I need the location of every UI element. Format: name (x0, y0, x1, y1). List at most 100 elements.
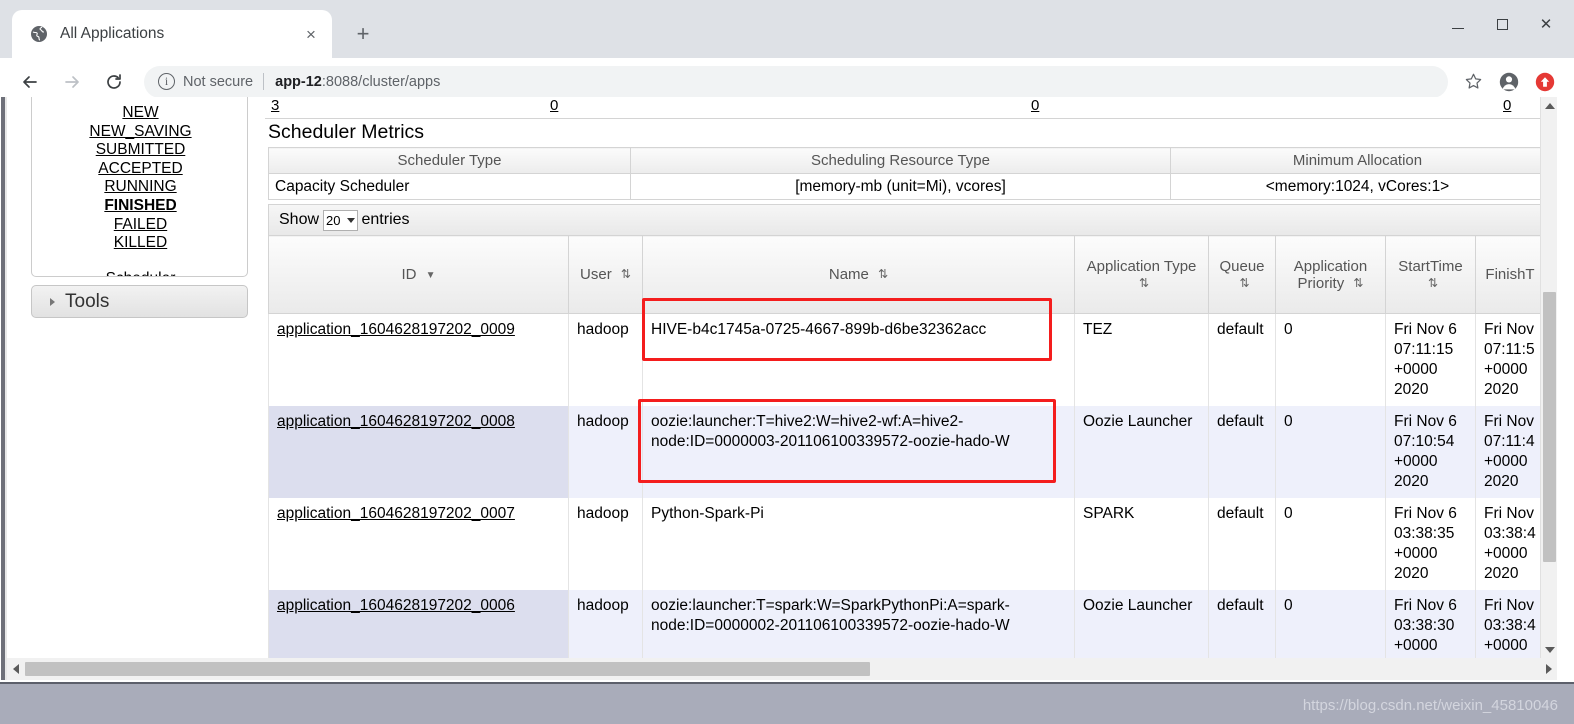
cell-application-type: TEZ (1074, 313, 1209, 406)
cell-start-time: Fri Nov 6 07:11:15 +0000 2020 (1385, 313, 1476, 406)
cell-finish-time: Fri Nov 07:11:4 +0000 2020 (1475, 406, 1545, 498)
sidebar-links: NEW NEW_SAVING SUBMITTED ACCEPTED RUNNIN… (32, 97, 247, 276)
update-icon[interactable] (1528, 65, 1562, 99)
scroll-left-icon[interactable] (7, 658, 24, 680)
application-id-link[interactable]: application_1604628197202_0009 (277, 321, 515, 338)
th-application-priority[interactable]: Application Priority ⇅ (1275, 235, 1386, 314)
cell-start-time: Fri Nov 6 07:10:54 +0000 2020 (1385, 406, 1476, 498)
scheduler-metrics-title: Scheduler Metrics (268, 121, 425, 143)
th-application-type[interactable]: Application Type ⇅ (1074, 235, 1209, 314)
th-queue-label: Queue (1219, 257, 1265, 275)
applications-datatable: Show 20 entries ID ▼ User ⇅ Name ⇅ Appli… (268, 204, 1545, 658)
cell-application-priority: 0 (1275, 498, 1386, 590)
sidebar: NEW NEW_SAVING SUBMITTED ACCEPTED RUNNIN… (23, 97, 257, 658)
application-id-link[interactable]: application_1604628197202_0006 (277, 597, 515, 614)
cell-application-type: Oozie Launcher (1074, 590, 1209, 658)
page-size-select[interactable]: 20 (323, 209, 358, 231)
cell-application-type: Oozie Launcher (1074, 406, 1209, 498)
scroll-down-icon[interactable] (1541, 641, 1558, 658)
sidebar-item-new-saving[interactable]: NEW_SAVING (32, 123, 247, 142)
horizontal-scrollbar-thumb[interactable] (25, 662, 870, 676)
application-id-link[interactable]: application_1604628197202_0007 (277, 505, 515, 522)
cell-id: application_1604628197202_0008 (268, 406, 569, 498)
th-id[interactable]: ID ▼ (268, 235, 569, 314)
sidebar-item-finished[interactable]: FINISHED (32, 197, 247, 216)
cell-application-priority: 0 (1275, 313, 1386, 406)
table-row[interactable]: application_1604628197202_0006 hadoop oo… (268, 590, 1545, 658)
scroll-up-icon[interactable] (1541, 97, 1558, 114)
sidebar-item-failed[interactable]: FAILED (32, 216, 247, 235)
applications-table: ID ▼ User ⇅ Name ⇅ Application Type ⇅ Qu… (268, 235, 1545, 658)
window-controls: ✕ (1436, 8, 1568, 40)
window-close-button[interactable]: ✕ (1524, 8, 1568, 40)
cell-application-priority: 0 (1275, 406, 1386, 498)
maximize-button[interactable] (1480, 8, 1524, 40)
vertical-scrollbar-thumb[interactable] (1543, 292, 1556, 562)
back-icon[interactable] (12, 64, 48, 100)
cell-queue: default (1208, 313, 1276, 406)
globe-icon (30, 25, 48, 43)
table-row[interactable]: application_1604628197202_0007 hadoop Py… (268, 498, 1545, 590)
close-icon[interactable]: × (300, 23, 322, 45)
cell-user: hadoop (568, 590, 643, 658)
table-row[interactable]: application_1604628197202_0009 hadoop HI… (268, 298, 1545, 406)
sort-both-icon: ⇅ (1427, 275, 1439, 290)
th-scheduling-resource-type: Scheduling Resource Type (630, 147, 1171, 174)
table-row[interactable]: application_1604628197202_0008 hadoop oo… (268, 399, 1545, 498)
scroll-right-icon[interactable] (1540, 658, 1557, 680)
th-queue[interactable]: Queue ⇅ (1208, 235, 1276, 314)
th-start-time-label: StartTime (1398, 257, 1463, 275)
main-content: 3 0 0 0 Scheduler Metrics Scheduler Type… (265, 97, 1549, 658)
security-status-label: Not secure (183, 73, 254, 90)
sidebar-tools-panel[interactable]: Tools (31, 285, 248, 318)
th-user[interactable]: User ⇅ (568, 235, 643, 314)
th-finish-time[interactable]: FinishT (1475, 235, 1545, 314)
tab-title: All Applications (60, 25, 165, 42)
profile-avatar-icon[interactable] (1492, 65, 1526, 99)
th-name[interactable]: Name ⇅ (642, 235, 1075, 314)
cell-id: application_1604628197202_0009 (268, 313, 569, 406)
sidebar-item-scheduler[interactable]: Scheduler (32, 270, 247, 276)
browser-titlebar: All Applications × + ✕ (0, 0, 1574, 58)
address-bar[interactable]: i Not secure app-12:8088/cluster/apps (144, 65, 1448, 98)
reload-icon[interactable] (96, 64, 132, 100)
sidebar-item-running[interactable]: RUNNING (32, 178, 247, 197)
forward-icon[interactable] (54, 64, 90, 100)
scheduler-metrics-row: Capacity Scheduler [memory-mb (unit=Mi),… (268, 173, 1545, 200)
th-scheduler-type: Scheduler Type (268, 147, 631, 174)
metric-count-1[interactable]: 3 (271, 97, 279, 114)
sidebar-item-killed[interactable]: KILLED (32, 234, 247, 253)
metric-count-3[interactable]: 0 (1031, 97, 1039, 114)
application-name: oozie:launcher:T=spark:W=SparkPythonPi:A… (651, 597, 1010, 634)
sort-both-icon: ⇅ (620, 267, 631, 281)
th-start-time[interactable]: StartTime ⇅ (1385, 235, 1476, 314)
minimize-button[interactable] (1436, 8, 1480, 40)
star-icon[interactable] (1456, 65, 1490, 99)
cell-queue: default (1208, 406, 1276, 498)
sidebar-item-accepted[interactable]: ACCEPTED (32, 160, 247, 179)
cell-user: hadoop (568, 313, 643, 406)
new-tab-button[interactable]: + (346, 17, 380, 51)
page-left-edge (0, 97, 7, 680)
watermark-bar: https://blog.csdn.net/weixin_45810046 (0, 682, 1574, 724)
chevron-down-icon (346, 217, 355, 223)
info-icon[interactable]: i (158, 73, 175, 90)
cell-finish-time: Fri Nov 07:11:5 +0000 2020 (1475, 313, 1545, 406)
sidebar-item-new[interactable]: NEW (32, 104, 247, 123)
application-id-link[interactable]: application_1604628197202_0008 (277, 413, 515, 430)
browser-tab[interactable]: All Applications × (12, 10, 332, 58)
metric-count-2[interactable]: 0 (550, 97, 558, 114)
vertical-scrollbar[interactable] (1540, 97, 1557, 658)
sidebar-item-submitted[interactable]: SUBMITTED (32, 141, 247, 160)
application-name: HIVE-b4c1745a-0725-4667-899b-d6be32362ac… (651, 321, 987, 338)
metric-count-4[interactable]: 0 (1503, 97, 1511, 114)
horizontal-scrollbar[interactable] (7, 658, 1557, 680)
cell-application-priority: 0 (1275, 590, 1386, 658)
cell-application-type: SPARK (1074, 498, 1209, 590)
th-user-label: User (580, 266, 612, 283)
cell-start-time: Fri Nov 6 03:38:30 +0000 2020 (1385, 590, 1476, 658)
page-size-value: 20 (326, 212, 341, 228)
tab-strip: All Applications × + (0, 0, 380, 58)
cell-name: oozie:launcher:T=spark:W=SparkPythonPi:A… (642, 590, 1075, 658)
omnibox-divider (263, 73, 265, 90)
